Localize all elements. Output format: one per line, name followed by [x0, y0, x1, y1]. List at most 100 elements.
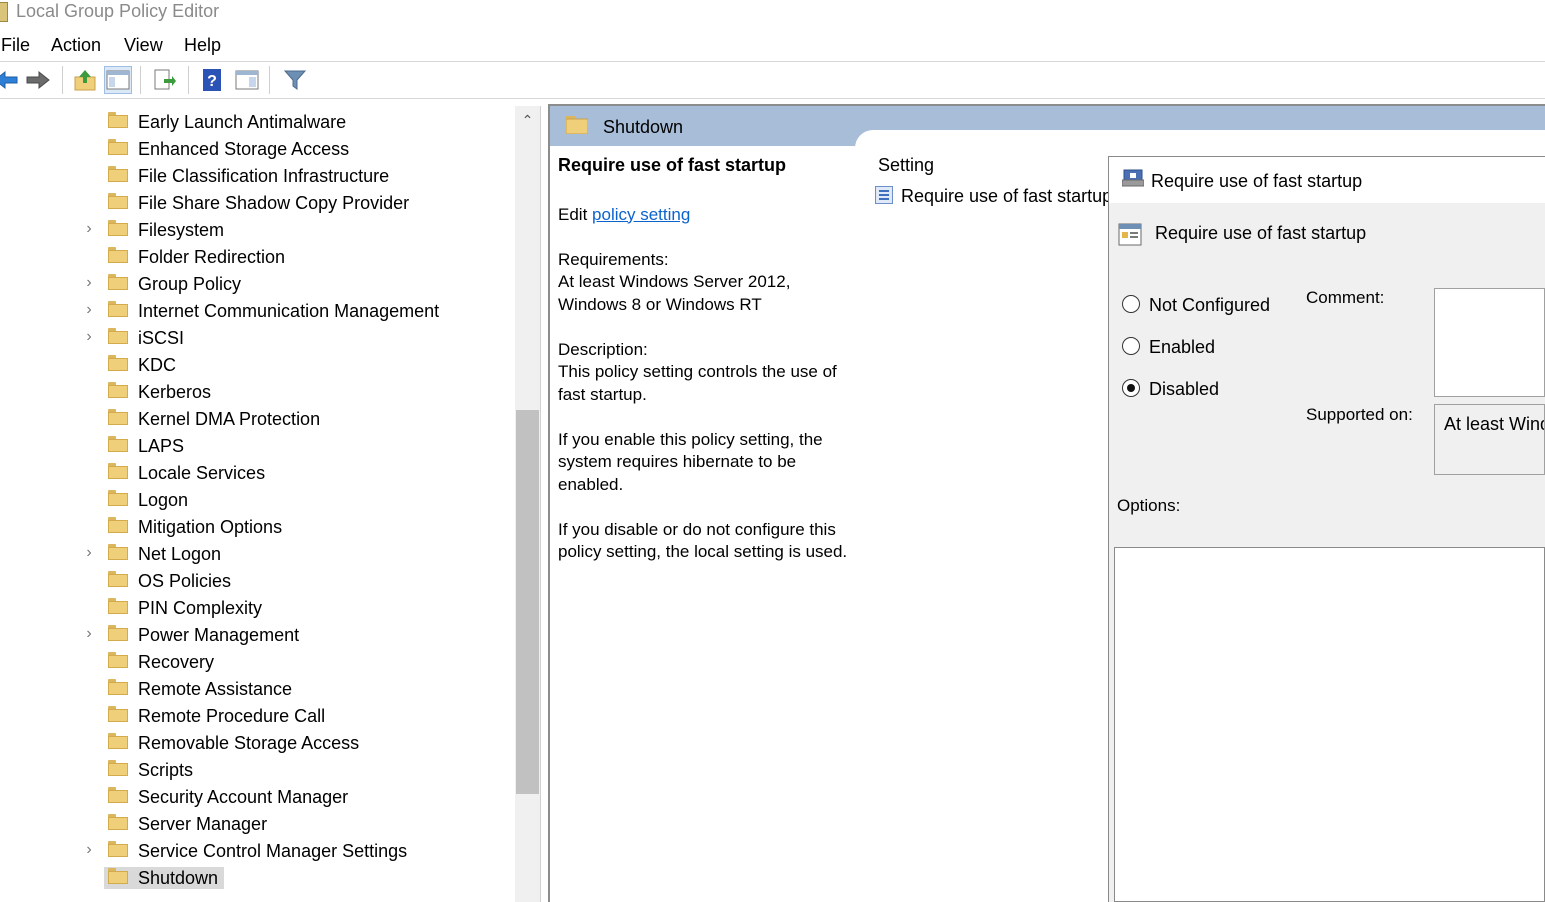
supported-on-label: Supported on:	[1306, 405, 1413, 424]
tree-item[interactable]: › Service Control Manager Settings	[0, 837, 515, 864]
enable-text: If you enable this policy setting, the s…	[558, 429, 823, 494]
dialog-title: Require use of fast startup	[1151, 171, 1363, 191]
tree-item-label: Remote Assistance	[138, 679, 293, 699]
tree-item[interactable]: Logon	[0, 486, 515, 513]
column-header-setting[interactable]: Setting	[878, 154, 934, 176]
policy-setting-icon	[1118, 222, 1142, 246]
policy-dialog-icon	[1121, 168, 1145, 188]
tree-item[interactable]: › Power Management	[0, 621, 515, 648]
tree-item[interactable]: Shutdown	[0, 864, 515, 891]
radio-circle[interactable]	[1122, 379, 1140, 397]
tree-item[interactable]: Remote Assistance	[0, 675, 515, 702]
folder-icon	[108, 841, 128, 857]
tree-item[interactable]: › Internet Communication Management	[0, 297, 515, 324]
supported-on-value: At least Windows Server 2012, Windows 8 …	[1444, 414, 1544, 434]
policy-setting-icon	[875, 186, 893, 204]
folder-icon	[108, 679, 128, 695]
tree-item-label: Enhanced Storage Access	[138, 139, 350, 159]
tree-item-label: KDC	[138, 355, 177, 375]
expand-chevron-icon[interactable]: ›	[82, 544, 96, 562]
help-icon[interactable]: ?	[198, 66, 226, 94]
tree-item[interactable]: Removable Storage Access	[0, 729, 515, 756]
tree-item[interactable]: › Net Logon	[0, 540, 515, 567]
tree-item[interactable]: LAPS	[0, 432, 515, 459]
folder-icon	[108, 382, 128, 398]
forward-icon[interactable]	[24, 66, 52, 94]
tree-item[interactable]: OS Policies	[0, 567, 515, 594]
tree-item[interactable]: › Filesystem	[0, 216, 515, 243]
expand-chevron-icon[interactable]: ›	[82, 274, 96, 292]
tree-item[interactable]: Server Manager	[0, 810, 515, 837]
tree-item[interactable]: Locale Services	[0, 459, 515, 486]
tree-item[interactable]: Enhanced Storage Access	[0, 135, 515, 162]
tree-item[interactable]: Kernel DMA Protection	[0, 405, 515, 432]
menu-file[interactable]: File	[1, 34, 30, 56]
folder-icon	[108, 625, 128, 641]
properties-view-icon[interactable]	[233, 66, 261, 94]
policy-setting-link[interactable]: policy setting	[592, 205, 690, 224]
folder-icon	[108, 409, 128, 425]
show-hide-tree-icon[interactable]	[104, 66, 132, 94]
supported-on-field[interactable]: At least Windows Server 2012, Windows 8 …	[1434, 404, 1545, 475]
folder-icon	[108, 814, 128, 830]
tree-item[interactable]: Recovery	[0, 648, 515, 675]
tree-item-label: Kerberos	[138, 382, 212, 402]
up-folder-icon[interactable]	[71, 66, 99, 94]
menu-view[interactable]: View	[124, 34, 163, 56]
tree-item[interactable]: Remote Procedure Call	[0, 702, 515, 729]
tree-item-label: Scripts	[138, 760, 194, 780]
folder-icon	[108, 760, 128, 776]
menu-help[interactable]: Help	[184, 34, 221, 56]
export-list-icon[interactable]	[150, 66, 178, 94]
tree-item[interactable]: › Group Policy	[0, 270, 515, 297]
expand-chevron-icon[interactable]: ›	[82, 841, 96, 859]
requirements-label: Requirements:	[558, 249, 669, 269]
tree-item-label: Security Account Manager	[138, 787, 349, 807]
folder-icon	[108, 463, 128, 479]
comment-textarea[interactable]	[1434, 288, 1545, 397]
tree-item[interactable]: Early Launch Antimalware	[0, 108, 515, 135]
tree-item-label: File Share Shadow Copy Provider	[138, 193, 410, 213]
folder-icon	[108, 166, 128, 182]
scroll-up-icon[interactable]: ⌃	[515, 108, 540, 132]
tree-item-label: Removable Storage Access	[138, 733, 360, 753]
tree-item[interactable]: › iSCSI	[0, 324, 515, 351]
folder-icon	[108, 193, 128, 209]
tree-item[interactable]: Mitigation Options	[0, 513, 515, 540]
tree-item[interactable]: PIN Complexity	[0, 594, 515, 621]
disable-text: If you disable or do not configure this …	[558, 519, 848, 562]
tree-item-label: Early Launch Antimalware	[138, 112, 347, 132]
tree-item[interactable]: Security Account Manager	[0, 783, 515, 810]
expand-chevron-icon[interactable]: ›	[82, 625, 96, 643]
folder-icon	[108, 301, 128, 317]
options-panel	[1114, 547, 1545, 902]
radio-circle[interactable]	[1122, 295, 1140, 313]
policy-description: Require use of fast startup Edit policy …	[558, 154, 858, 586]
expand-chevron-icon[interactable]: ›	[82, 328, 96, 346]
folder-icon	[108, 355, 128, 371]
scroll-thumb[interactable]	[516, 410, 539, 794]
tree-item[interactable]: File Classification Infrastructure	[0, 162, 515, 189]
edit-line: Edit policy setting	[558, 204, 691, 224]
tree-item[interactable]: KDC	[0, 351, 515, 378]
tree-item[interactable]: File Share Shadow Copy Provider	[0, 189, 515, 216]
folder-icon	[108, 247, 128, 263]
filter-icon[interactable]	[281, 66, 309, 94]
back-icon[interactable]	[0, 66, 20, 94]
tree-item-label: Kernel DMA Protection	[138, 409, 321, 429]
folder-icon	[108, 328, 128, 344]
tree-item[interactable]: Kerberos	[0, 378, 515, 405]
folder-icon	[108, 706, 128, 722]
tree-item-label: Group Policy	[138, 274, 242, 294]
expand-chevron-icon[interactable]: ›	[82, 301, 96, 319]
title-bar: Local Group Policy Editor	[0, 0, 1545, 28]
comment-label: Comment:	[1306, 288, 1385, 307]
folder-icon	[108, 571, 128, 587]
tree-item[interactable]: Folder Redirection	[0, 243, 515, 270]
tree-item[interactable]: Scripts	[0, 756, 515, 783]
folder-icon	[108, 544, 128, 560]
menu-action[interactable]: Action	[51, 34, 101, 56]
expand-chevron-icon[interactable]: ›	[82, 220, 96, 238]
radio-circle[interactable]	[1122, 337, 1140, 355]
options-label: Options:	[1117, 496, 1181, 515]
